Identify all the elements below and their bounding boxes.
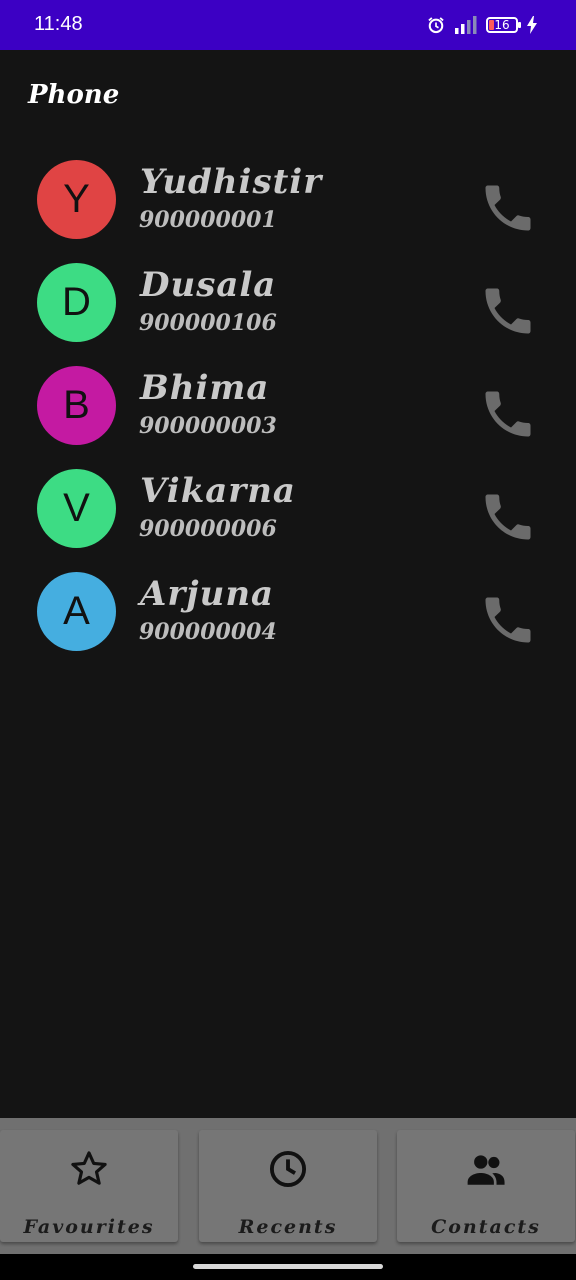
call-icon[interactable] bbox=[478, 487, 538, 547]
contact-name: Vikarna bbox=[140, 471, 296, 511]
contact-number: 900000001 bbox=[139, 207, 277, 233]
tab-contacts[interactable]: Contacts bbox=[397, 1130, 575, 1242]
contact-row[interactable]: A Arjuna 900000004 bbox=[0, 562, 576, 665]
page-title: Phone bbox=[28, 80, 120, 110]
tab-favourites[interactable]: Favourites bbox=[0, 1130, 178, 1242]
avatar-initial: A bbox=[63, 589, 90, 633]
contact-row[interactable]: B Bhima 900000003 bbox=[0, 356, 576, 459]
avatar: B bbox=[37, 366, 116, 445]
contact-number: 900000004 bbox=[139, 619, 277, 645]
contact-number: 900000106 bbox=[139, 310, 277, 336]
people-icon bbox=[467, 1155, 505, 1185]
battery-level: 16 bbox=[494, 18, 510, 32]
tab-label: Favourites bbox=[23, 1216, 155, 1238]
contact-number: 900000006 bbox=[139, 516, 277, 542]
tab-recents[interactable]: Recents bbox=[199, 1130, 377, 1242]
signal-icon bbox=[455, 16, 477, 34]
bottom-nav: Favourites Recents Contacts bbox=[0, 1118, 576, 1254]
status-icons: 16 bbox=[426, 14, 538, 36]
avatar-initial: D bbox=[62, 280, 91, 324]
status-time: 11:48 bbox=[34, 13, 83, 35]
tab-label: Contacts bbox=[431, 1216, 541, 1238]
avatar-initial: B bbox=[63, 383, 90, 427]
avatar-initial: V bbox=[63, 486, 90, 530]
contact-list: Y Yudhistir 900000001 D Dusala 900000106… bbox=[0, 150, 576, 665]
avatar: D bbox=[37, 263, 116, 342]
contact-name: Arjuna bbox=[140, 574, 275, 614]
call-icon[interactable] bbox=[478, 281, 538, 341]
home-gesture-handle[interactable] bbox=[193, 1264, 383, 1269]
avatar-initial: Y bbox=[63, 177, 90, 221]
call-icon[interactable] bbox=[478, 384, 538, 444]
contact-row[interactable]: D Dusala 900000106 bbox=[0, 253, 576, 356]
avatar: V bbox=[37, 469, 116, 548]
alarm-icon bbox=[428, 17, 444, 34]
contact-name: Bhima bbox=[140, 368, 270, 408]
call-icon[interactable] bbox=[478, 178, 538, 238]
contact-name: Yudhistir bbox=[140, 162, 323, 202]
contact-row[interactable]: V Vikarna 900000006 bbox=[0, 459, 576, 562]
contact-row[interactable]: Y Yudhistir 900000001 bbox=[0, 150, 576, 253]
charging-icon bbox=[527, 16, 537, 34]
status-bar: 11:48 16 bbox=[0, 0, 576, 50]
avatar: Y bbox=[37, 160, 116, 239]
battery-icon: 16 bbox=[486, 17, 521, 33]
avatar: A bbox=[37, 572, 116, 651]
clock-icon bbox=[269, 1150, 307, 1188]
contact-name: Dusala bbox=[140, 265, 277, 305]
call-icon[interactable] bbox=[478, 590, 538, 650]
gesture-bar bbox=[0, 1254, 576, 1280]
tab-label: Recents bbox=[238, 1216, 338, 1238]
contact-number: 900000003 bbox=[139, 413, 277, 439]
star-icon bbox=[71, 1151, 107, 1185]
